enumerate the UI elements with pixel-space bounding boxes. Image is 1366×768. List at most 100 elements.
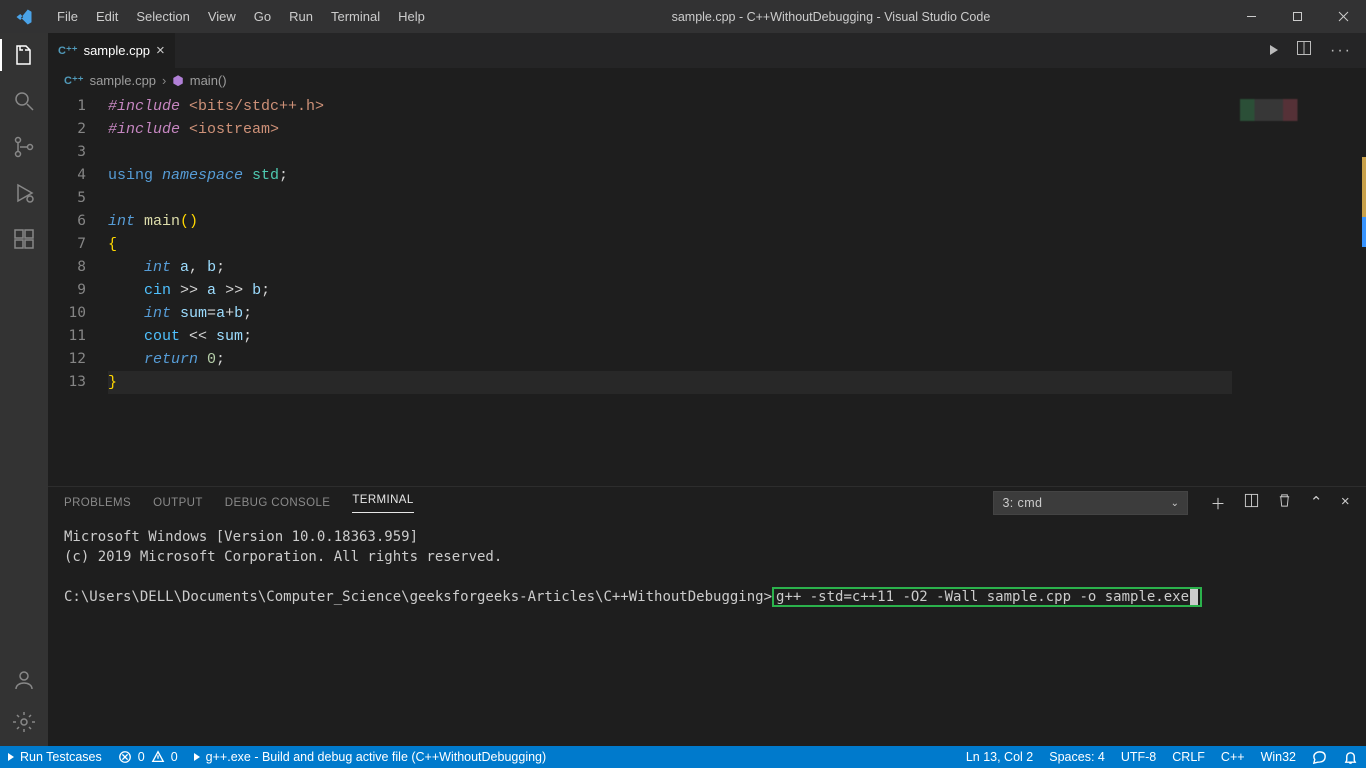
status-problems[interactable]: 0 0 bbox=[110, 750, 186, 764]
menu-bar: File Edit Selection View Go Run Terminal… bbox=[48, 9, 434, 24]
terminal-line: (c) 2019 Microsoft Corporation. All righ… bbox=[64, 549, 502, 565]
code-line[interactable]: } bbox=[108, 371, 1232, 394]
editor-tab-bar: C⁺⁺ sample.cpp × ··· bbox=[48, 33, 1366, 68]
code-line[interactable]: #include <iostream> bbox=[108, 118, 1232, 141]
line-number: 5 bbox=[48, 187, 108, 210]
panel-tab-output[interactable]: OUTPUT bbox=[153, 497, 203, 509]
status-indent[interactable]: Spaces: 4 bbox=[1041, 750, 1113, 765]
status-run-label: Run Testcases bbox=[20, 750, 102, 764]
title-bar: File Edit Selection View Go Run Terminal… bbox=[0, 0, 1366, 33]
terminal-command: g++ -std=c++11 -O2 -Wall sample.cpp -o s… bbox=[776, 589, 1189, 605]
terminal-line: Microsoft Windows [Version 10.0.18363.95… bbox=[64, 529, 418, 545]
tab-sample-cpp[interactable]: C⁺⁺ sample.cpp × bbox=[48, 33, 175, 68]
status-errors: 0 bbox=[138, 750, 145, 764]
activity-extensions[interactable] bbox=[0, 227, 48, 251]
code-line[interactable]: return 0; bbox=[108, 348, 1232, 371]
symbol-icon: ⬢ bbox=[172, 73, 183, 89]
line-number: 2 bbox=[48, 118, 108, 141]
chevron-down-icon: ⌄ bbox=[1171, 498, 1180, 509]
status-bell-icon[interactable] bbox=[1335, 750, 1366, 765]
line-number: 7 bbox=[48, 233, 108, 256]
play-icon bbox=[8, 753, 14, 761]
close-panel-icon[interactable]: × bbox=[1341, 493, 1350, 514]
window-title: sample.cpp - C++WithoutDebugging - Visua… bbox=[434, 10, 1228, 24]
terminal-selector[interactable]: 3: cmd ⌄ bbox=[993, 491, 1188, 515]
vscode-logo bbox=[0, 8, 48, 26]
line-number: 9 bbox=[48, 279, 108, 302]
menu-file[interactable]: File bbox=[48, 9, 87, 24]
activity-settings[interactable] bbox=[0, 710, 48, 734]
status-run-testcases[interactable]: Run Testcases bbox=[0, 750, 110, 764]
chevron-right-icon: › bbox=[162, 73, 166, 88]
menu-edit[interactable]: Edit bbox=[87, 9, 127, 24]
terminal-cwd: C:\Users\DELL\Documents\Computer_Science… bbox=[64, 589, 772, 605]
status-cursor-pos[interactable]: Ln 13, Col 2 bbox=[958, 750, 1041, 765]
line-number: 3 bbox=[48, 141, 108, 164]
terminal-cursor bbox=[1190, 589, 1198, 605]
status-build-task[interactable]: g++.exe - Build and debug active file (C… bbox=[186, 750, 555, 764]
cpp-file-icon: C⁺⁺ bbox=[64, 74, 84, 87]
play-icon bbox=[194, 753, 200, 761]
status-encoding[interactable]: UTF-8 bbox=[1113, 750, 1164, 765]
status-feedback-icon[interactable] bbox=[1304, 750, 1335, 765]
kill-terminal-icon[interactable] bbox=[1277, 493, 1292, 514]
menu-view[interactable]: View bbox=[199, 9, 245, 24]
run-file-icon[interactable] bbox=[1270, 42, 1278, 60]
activity-bar bbox=[0, 33, 48, 746]
code-line[interactable]: cout << sum; bbox=[108, 325, 1232, 348]
split-terminal-icon[interactable] bbox=[1244, 493, 1259, 514]
panel-tab-debug-console[interactable]: DEBUG CONSOLE bbox=[225, 497, 331, 509]
code-line[interactable]: int sum=a+b; bbox=[108, 302, 1232, 325]
line-number: 1 bbox=[48, 95, 108, 118]
minimap[interactable] bbox=[1232, 93, 1352, 486]
line-number: 12 bbox=[48, 348, 108, 371]
menu-run[interactable]: Run bbox=[280, 9, 322, 24]
code-line[interactable] bbox=[108, 187, 1232, 210]
line-number-gutter: 12345678910111213 bbox=[48, 93, 108, 486]
code-line[interactable]: { bbox=[108, 233, 1232, 256]
status-bar: Run Testcases 0 0 g++.exe - Build and de… bbox=[0, 746, 1366, 768]
code-line[interactable]: #include <bits/stdc++.h> bbox=[108, 95, 1232, 118]
new-terminal-icon[interactable]: ＋ bbox=[1210, 493, 1225, 514]
code-line[interactable]: int a, b; bbox=[108, 256, 1232, 279]
menu-selection[interactable]: Selection bbox=[127, 9, 198, 24]
line-number: 10 bbox=[48, 302, 108, 325]
activity-search[interactable] bbox=[0, 89, 48, 113]
breadcrumb[interactable]: C⁺⁺ sample.cpp › ⬢ main() bbox=[48, 68, 1366, 93]
status-build-label: g++.exe - Build and debug active file (C… bbox=[206, 750, 547, 764]
minimize-button[interactable] bbox=[1228, 0, 1274, 33]
status-language[interactable]: C++ bbox=[1213, 750, 1253, 765]
line-number: 4 bbox=[48, 164, 108, 187]
line-number: 13 bbox=[48, 371, 108, 394]
code-line[interactable]: int main() bbox=[108, 210, 1232, 233]
menu-help[interactable]: Help bbox=[389, 9, 434, 24]
panel-tab-problems[interactable]: PROBLEMS bbox=[64, 497, 131, 509]
menu-go[interactable]: Go bbox=[245, 9, 280, 24]
tab-label: sample.cpp bbox=[84, 43, 150, 58]
breadcrumb-symbol[interactable]: main() bbox=[190, 73, 227, 88]
bottom-panel: PROBLEMS OUTPUT DEBUG CONSOLE TERMINAL 3… bbox=[48, 486, 1366, 746]
activity-account[interactable] bbox=[0, 668, 48, 692]
menu-terminal[interactable]: Terminal bbox=[322, 9, 389, 24]
close-button[interactable] bbox=[1320, 0, 1366, 33]
code-line[interactable] bbox=[108, 141, 1232, 164]
panel-tab-terminal[interactable]: TERMINAL bbox=[352, 494, 413, 513]
overview-ruler[interactable] bbox=[1352, 93, 1366, 486]
terminal-selector-label: 3: cmd bbox=[1002, 496, 1042, 510]
line-number: 8 bbox=[48, 256, 108, 279]
split-editor-icon[interactable] bbox=[1296, 40, 1312, 61]
status-eol[interactable]: CRLF bbox=[1164, 750, 1213, 765]
code-line[interactable]: cin >> a >> b; bbox=[108, 279, 1232, 302]
breadcrumb-file[interactable]: sample.cpp bbox=[90, 73, 156, 88]
activity-run-debug[interactable] bbox=[0, 181, 48, 205]
activity-explorer[interactable] bbox=[0, 43, 48, 67]
code-line[interactable]: using namespace std; bbox=[108, 164, 1232, 187]
more-actions-icon[interactable]: ··· bbox=[1330, 42, 1352, 60]
activity-source-control[interactable] bbox=[0, 135, 48, 159]
terminal[interactable]: Microsoft Windows [Version 10.0.18363.95… bbox=[48, 519, 1366, 746]
maximize-panel-icon[interactable]: ⌃ bbox=[1310, 493, 1323, 514]
status-platform[interactable]: Win32 bbox=[1253, 750, 1304, 765]
maximize-button[interactable] bbox=[1274, 0, 1320, 33]
tab-close-icon[interactable]: × bbox=[156, 42, 165, 59]
code-editor[interactable]: #include <bits/stdc++.h>#include <iostre… bbox=[108, 93, 1232, 486]
